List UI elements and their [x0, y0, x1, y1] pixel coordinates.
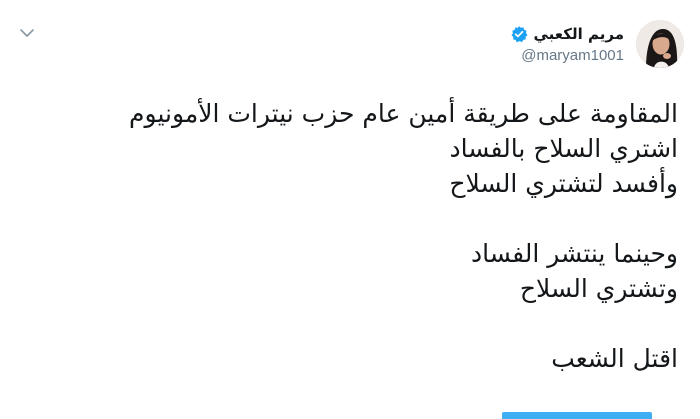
cutoff-link[interactable] — [502, 412, 652, 419]
tweet-card: مريم الكعبي @maryam1001 المقاومة على طري… — [0, 0, 700, 419]
user-handle[interactable]: @maryam1001 — [521, 47, 624, 64]
tweet-line: وأفسد لتشتري السلاح — [449, 169, 678, 198]
display-name[interactable]: مريم الكعبي — [534, 25, 625, 43]
tweet-text: المقاومة على طريقة أمين عام حزب نيترات ا… — [38, 96, 678, 376]
verified-badge-icon — [510, 25, 528, 43]
chevron-down-icon[interactable] — [19, 24, 35, 37]
tweet-line: اقتل الشعب — [551, 344, 678, 373]
name-row: مريم الكعبي — [510, 25, 625, 43]
line-break — [38, 306, 678, 341]
tweet-line: وتشتري السلاح — [519, 274, 678, 303]
line-break — [38, 201, 678, 236]
avatar[interactable] — [636, 20, 684, 68]
user-info: مريم الكعبي @maryam1001 — [510, 25, 625, 64]
tweet-line: وحينما ينتشر الفساد — [471, 239, 678, 268]
tweet-header: مريم الكعبي @maryam1001 — [510, 12, 684, 76]
tweet-line: المقاومة على طريقة أمين عام حزب نيترات ا… — [129, 99, 678, 128]
tweet-line: اشتري السلاح بالفساد — [449, 134, 678, 163]
